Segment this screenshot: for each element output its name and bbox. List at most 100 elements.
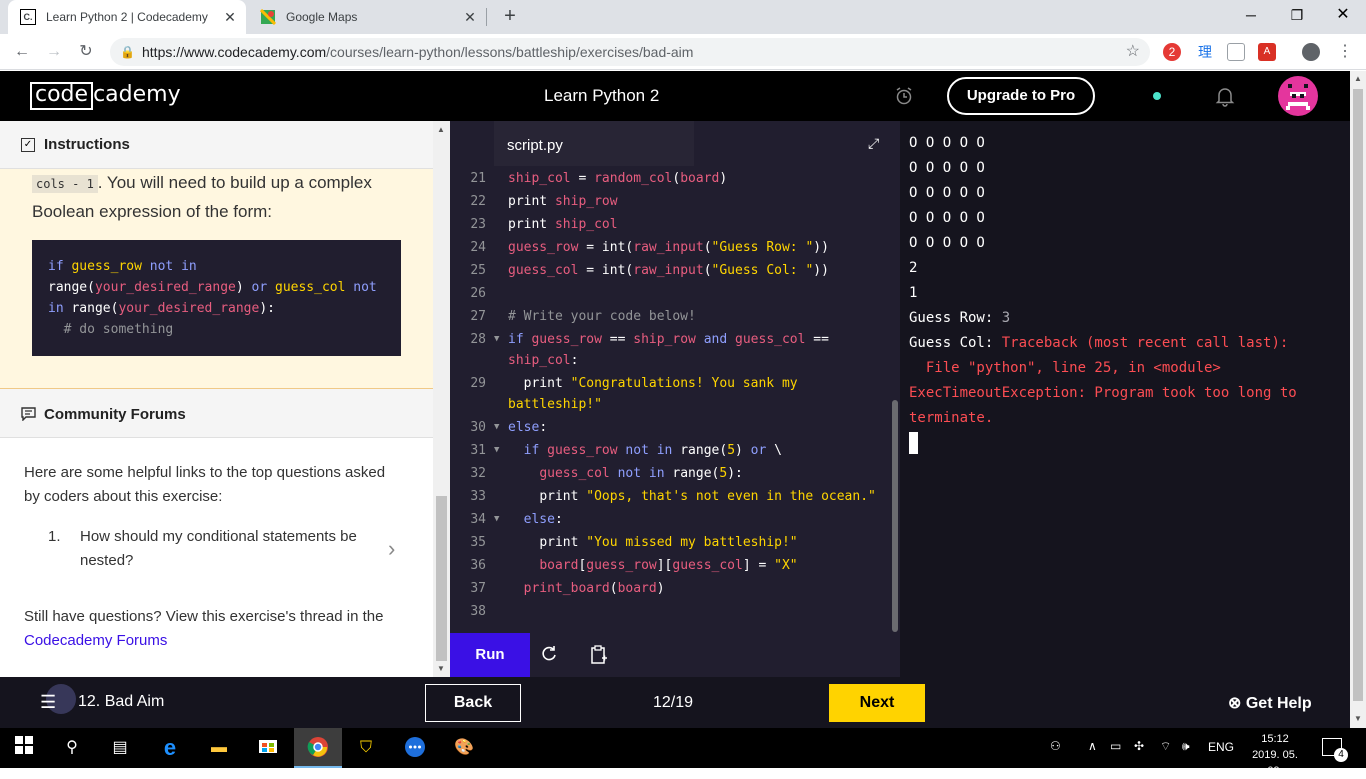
paint-app-icon[interactable]: 🎨 (452, 736, 476, 760)
alarm-clock-icon[interactable] (894, 86, 914, 106)
edge-browser-icon[interactable]: e (158, 736, 182, 760)
get-help-button[interactable]: ⊗ Get Help (1228, 693, 1312, 713)
dropbox-icon[interactable]: ✣ (1134, 739, 1144, 753)
chrome-icon[interactable] (306, 736, 330, 760)
question-number: 1. (48, 528, 61, 545)
system-clock[interactable]: 15:12 2019. 05. 09. (1244, 731, 1306, 779)
guess-col-line: Guess Col: Traceback (most recent call l… (909, 335, 1289, 351)
codecademy-forums-link[interactable]: Codecademy Forums (24, 632, 167, 649)
editor-scrollbar[interactable] (892, 400, 898, 632)
board-row: O O O O O (909, 185, 985, 201)
windows-taskbar: ⚲ ▤ e ▬ ⛉ 🎨 ⚇ ∧ ▭ ✣ ⌔ 🕪 ENG 15:12 2019. … (0, 728, 1366, 777)
people-icon[interactable]: ⚇ (1050, 739, 1061, 753)
profile-avatar-icon[interactable] (1302, 43, 1320, 61)
run-button[interactable]: Run (450, 633, 530, 677)
reload-icon[interactable]: ↻ (74, 40, 98, 64)
guess-row-line: Guess Row: 3 (909, 310, 1011, 326)
tab-codecademy[interactable]: C. Learn Python 2 | Codecademy ✕ (8, 0, 246, 34)
line-number: 30 (470, 420, 486, 435)
question-text: How should my conditional statements be … (80, 528, 357, 569)
chat-app-icon[interactable] (403, 736, 427, 760)
output-terminal[interactable]: O O O O O O O O O O O O O O O O O O O O … (900, 121, 1350, 677)
next-button[interactable]: Next (829, 684, 925, 722)
code-editor: script.py ⤢ 21 ship_col = random_col(boa… (450, 121, 900, 677)
maximize-icon[interactable]: ❐ (1274, 0, 1320, 30)
close-tab-icon[interactable]: ✕ (222, 9, 238, 25)
scroll-down-icon[interactable]: ▼ (437, 664, 445, 673)
forward-arrow-icon[interactable]: → (42, 40, 66, 64)
notification-bell-icon[interactable] (1214, 85, 1236, 107)
new-tab-icon[interactable]: + (498, 5, 522, 29)
copy-code-icon[interactable] (589, 645, 609, 665)
url-path: /courses/learn-python/lessons/battleship… (326, 44, 694, 60)
bookmark-star-icon[interactable]: ☆ (1126, 38, 1140, 66)
instructions-scrollbar[interactable]: ▲ ▼ (433, 121, 450, 677)
board-row: O O O O O (909, 235, 985, 251)
task-view-icon[interactable]: ▤ (108, 736, 132, 760)
extension-adblock-icon[interactable]: 2 (1163, 43, 1181, 61)
address-bar[interactable]: 🔒 https://www.codecademy.com/courses/lea… (110, 38, 1150, 66)
battery-icon[interactable]: ▭ (1110, 739, 1121, 753)
chrome-menu-icon[interactable]: ⋮ (1336, 43, 1354, 61)
fold-arrow-icon[interactable]: ▼ (494, 422, 499, 432)
fold-arrow-icon[interactable]: ▼ (494, 334, 499, 344)
line-number: 35 (470, 535, 486, 550)
close-window-icon[interactable]: ✕ (1320, 0, 1366, 30)
windows-start-icon[interactable] (12, 736, 36, 760)
extension-page-icon[interactable] (1227, 43, 1245, 61)
line-number: 27 (470, 309, 486, 324)
scroll-thumb[interactable] (1353, 89, 1363, 701)
codecademy-logo[interactable]: code cademy (30, 82, 181, 110)
board-row: O O O O O (909, 210, 985, 226)
course-title: Learn Python 2 (544, 86, 660, 105)
scroll-thumb[interactable] (436, 496, 447, 661)
community-forums-header[interactable]: Community Forums (0, 389, 433, 438)
line-number: 21 (470, 171, 486, 186)
wifi-icon[interactable]: ⌔ (1160, 739, 1171, 754)
volume-icon[interactable]: 🕪 (1182, 739, 1190, 754)
line-number: 34 (470, 512, 486, 527)
file-tab-script[interactable]: script.py (494, 121, 694, 166)
line-number: 32 (470, 466, 486, 481)
page-scrollbar[interactable]: ▲ ▼ (1350, 71, 1366, 728)
scroll-up-icon[interactable]: ▲ (1354, 74, 1362, 83)
reset-icon[interactable] (539, 645, 559, 665)
store-icon[interactable] (256, 736, 280, 760)
expand-icon[interactable]: ⤢ (868, 135, 879, 152)
scroll-down-icon[interactable]: ▼ (1354, 714, 1362, 723)
line-number: 24 (470, 240, 486, 255)
back-button[interactable]: Back (425, 684, 521, 722)
hamburger-menu-icon[interactable]: ☰ (40, 692, 56, 713)
error-traceback: Traceback (most recent call last): (1001, 335, 1289, 351)
upgrade-to-pro-button[interactable]: Upgrade to Pro (947, 77, 1095, 115)
input-language[interactable]: ENG (1208, 740, 1234, 754)
fold-arrow-icon[interactable]: ▼ (494, 445, 499, 455)
back-arrow-icon[interactable]: ← (10, 40, 34, 64)
lesson-name[interactable]: 12. Bad Aim (78, 693, 164, 711)
minimize-icon[interactable]: ─ (1228, 0, 1274, 30)
codecademy-favicon-icon: C. (20, 9, 36, 25)
scroll-up-icon[interactable]: ▲ (437, 125, 445, 134)
search-icon[interactable]: ⚲ (60, 736, 84, 760)
extension-pdf-icon[interactable]: A (1258, 43, 1276, 61)
line-number: 25 (470, 263, 486, 278)
chevron-right-icon: › (388, 536, 396, 561)
code-area[interactable]: 21 ship_col = random_col(board) 22 print… (450, 166, 895, 632)
tab-google-maps[interactable]: Google Maps ✕ (248, 0, 486, 34)
instructions-body: cols - 1. You will need to build up a co… (0, 169, 433, 389)
editor-tabs: script.py ⤢ (450, 121, 900, 166)
line-number: 28 (470, 332, 486, 347)
close-tab-icon[interactable]: ✕ (462, 9, 478, 25)
extension-dictionary-icon[interactable]: 理 (1196, 43, 1214, 61)
ship-row-output: 2 (909, 260, 918, 276)
help-lifebuoy-icon: ⊗ (1228, 695, 1242, 712)
file-explorer-icon[interactable]: ▬ (207, 736, 231, 760)
tray-chevron-up-icon[interactable]: ∧ (1088, 739, 1097, 753)
fold-arrow-icon[interactable]: ▼ (494, 514, 499, 524)
instructions-header[interactable]: ✓ Instructions (0, 121, 433, 169)
google-maps-favicon-icon (260, 9, 276, 25)
run-bar: Run (450, 632, 900, 677)
security-shield-icon[interactable]: ⛉ (354, 736, 378, 760)
user-avatar[interactable] (1278, 76, 1318, 116)
error-exception: ExecTimeoutException: Program took too l… (909, 385, 1306, 426)
